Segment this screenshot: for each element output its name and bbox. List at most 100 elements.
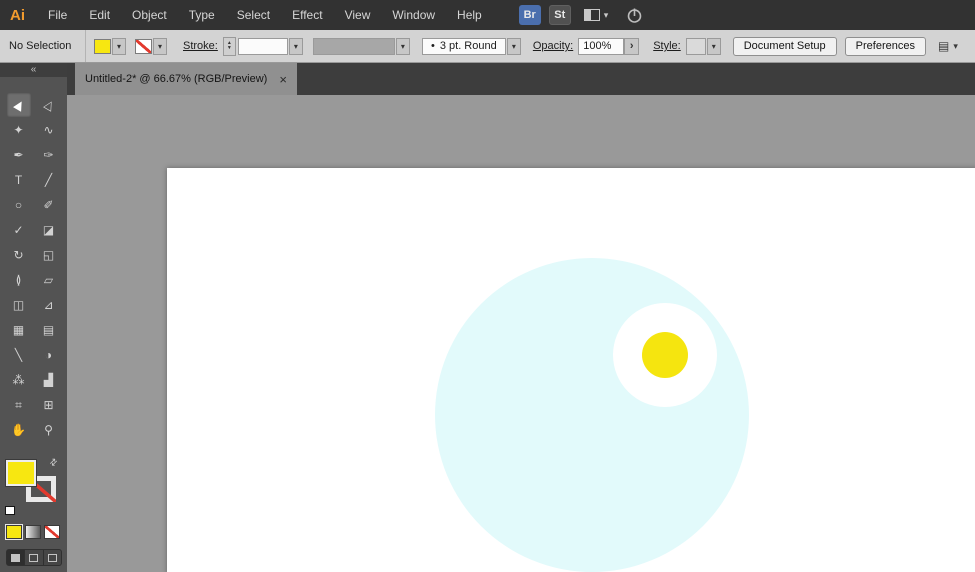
zoom-tool[interactable]: ⚲: [37, 418, 61, 442]
stroke-color-swatch[interactable]: [135, 38, 152, 54]
direct-selection-tool-icon: ▷: [40, 97, 57, 113]
panel-options-icon: ▤: [937, 39, 950, 53]
line-segment-tool[interactable]: ╱: [37, 168, 61, 192]
lasso-tool-icon: ∿: [43, 123, 54, 137]
curvature-tool[interactable]: ✑: [37, 143, 61, 167]
width-profile-dropdown-button[interactable]: ▾: [395, 37, 410, 55]
menu-view[interactable]: View: [334, 0, 382, 30]
paintbrush-tool[interactable]: ✐: [37, 193, 61, 217]
shape-builder-tool[interactable]: ◫: [7, 293, 31, 317]
toolbar-collapse-button[interactable]: «: [0, 63, 67, 77]
menu-file[interactable]: File: [37, 0, 78, 30]
graphic-style-swatch[interactable]: [685, 37, 706, 55]
magic-wand-tool[interactable]: ✦: [7, 118, 31, 142]
chevron-down-icon: ▾: [953, 40, 958, 51]
chevron-down-icon: ▾: [400, 41, 405, 51]
menu-object[interactable]: Object: [121, 0, 178, 30]
color-mode-buttons: [6, 525, 60, 539]
curvature-tool-icon: ✑: [43, 148, 54, 162]
eyedropper-tool[interactable]: ╲: [7, 343, 31, 367]
panel-options-control[interactable]: ▤ ▾: [938, 40, 958, 52]
brush-select[interactable]: • 3 pt. Round: [421, 37, 506, 55]
chevron-down-icon: ▾: [116, 41, 121, 51]
mesh-tool[interactable]: ▦: [7, 318, 31, 342]
shaper-tool[interactable]: ✓: [7, 218, 31, 242]
fill-color-swatch[interactable]: [94, 38, 111, 54]
pen-tool[interactable]: ✒: [7, 143, 31, 167]
scale-tool[interactable]: ◱: [37, 243, 61, 267]
stroke-width-dropdown-button[interactable]: ▾: [288, 37, 303, 55]
style-dropdown-button[interactable]: ▾: [706, 37, 721, 55]
canvas-area[interactable]: [67, 95, 975, 572]
width-tool[interactable]: ≬: [7, 268, 31, 292]
draw-inside-button[interactable]: [44, 550, 61, 565]
selection-tool[interactable]: ▶: [6, 93, 31, 117]
symbol-sprayer-tool[interactable]: ⁂: [7, 368, 31, 392]
style-panel-link[interactable]: Style:: [653, 40, 681, 52]
opacity-slider-button[interactable]: ›: [624, 37, 640, 55]
lasso-tool[interactable]: ∿: [37, 118, 61, 142]
document-tab[interactable]: Untitled-2* @ 66.67% (RGB/Preview) ×: [75, 63, 297, 95]
none-button[interactable]: [44, 525, 60, 539]
opacity-panel-link[interactable]: Opacity:: [533, 40, 573, 52]
stock-icon[interactable]: St: [548, 5, 571, 25]
rotate-tool[interactable]: ↻: [7, 243, 31, 267]
draw-behind-button[interactable]: [25, 550, 44, 565]
swap-fill-stroke-icon[interactable]: ⇄: [47, 456, 60, 469]
artwork-yellow-dot[interactable]: [642, 332, 688, 378]
stroke-width-input[interactable]: [237, 37, 288, 55]
opacity-input[interactable]: 100%: [578, 37, 625, 55]
fill-dropdown-button[interactable]: ▾: [112, 37, 126, 55]
eraser-tool[interactable]: ◪: [37, 218, 61, 242]
direct-selection-tool[interactable]: ▷: [37, 93, 61, 117]
bridge-icon[interactable]: Br: [518, 5, 541, 25]
menu-effect[interactable]: Effect: [281, 0, 333, 30]
rotate-tool-icon: ↻: [13, 248, 24, 262]
menu-edit[interactable]: Edit: [78, 0, 121, 30]
eraser-tool-icon: ◪: [42, 223, 55, 237]
gradient-tool-icon: ▤: [42, 323, 55, 337]
gradient-tool[interactable]: ▤: [37, 318, 61, 342]
stroke-width-stepper[interactable]: ▲ ▼: [222, 36, 236, 56]
column-graph-tool[interactable]: ▟: [37, 368, 61, 392]
brush-dropdown-button[interactable]: ▾: [506, 37, 521, 55]
hand-tool[interactable]: ✋: [7, 418, 31, 442]
menu-window[interactable]: Window: [381, 0, 446, 30]
slice-tool[interactable]: ⊞: [37, 393, 61, 417]
document-setup-button[interactable]: Document Setup: [732, 36, 837, 56]
color-button[interactable]: [6, 525, 22, 539]
launcher-dial-icon[interactable]: [626, 7, 643, 24]
fill-stroke-proxy: ⇄: [5, 456, 62, 515]
menu-type[interactable]: Type: [178, 0, 226, 30]
brush-name: 3 pt. Round: [439, 40, 497, 52]
chevron-down-icon: ▾: [603, 9, 609, 20]
close-icon[interactable]: ×: [279, 73, 287, 86]
artwork-large-circle[interactable]: [435, 258, 749, 572]
control-bar: No Selection ▾ ▾ Stroke: ▲ ▼ ▾ ▾ • 3 pt.…: [0, 30, 975, 63]
ellipse-tool[interactable]: ○: [7, 193, 31, 217]
scale-tool-icon: ◱: [42, 248, 55, 262]
menu-select[interactable]: Select: [226, 0, 281, 30]
default-fill-stroke-icon[interactable]: [5, 506, 15, 515]
line-segment-tool-icon: ╱: [44, 173, 53, 187]
draw-behind-icon: [29, 553, 39, 562]
draw-normal-button[interactable]: [7, 550, 26, 565]
gradient-button[interactable]: [25, 525, 41, 539]
ellipse-tool-icon: ○: [14, 198, 23, 212]
free-transform-tool[interactable]: ▱: [37, 268, 61, 292]
stroke-panel-link[interactable]: Stroke:: [183, 40, 218, 52]
zoom-tool-icon: ⚲: [44, 423, 53, 437]
selection-tool-icon: ▶: [10, 97, 27, 113]
workspace-switcher[interactable]: ▾: [583, 9, 609, 21]
menu-help[interactable]: Help: [446, 0, 493, 30]
brush-preview-icon: •: [430, 40, 435, 52]
width-profile-select[interactable]: [312, 37, 395, 55]
blend-tool[interactable]: ◑: [37, 343, 61, 367]
perspective-grid-tool[interactable]: ⊿: [37, 293, 61, 317]
fill-proxy-swatch[interactable]: [6, 460, 36, 486]
stroke-dropdown-button[interactable]: ▾: [153, 37, 167, 55]
type-tool[interactable]: T: [7, 168, 31, 192]
artboard-tool[interactable]: ⌗: [7, 393, 31, 417]
preferences-button[interactable]: Preferences: [844, 36, 926, 56]
draw-normal-icon: [11, 553, 21, 562]
